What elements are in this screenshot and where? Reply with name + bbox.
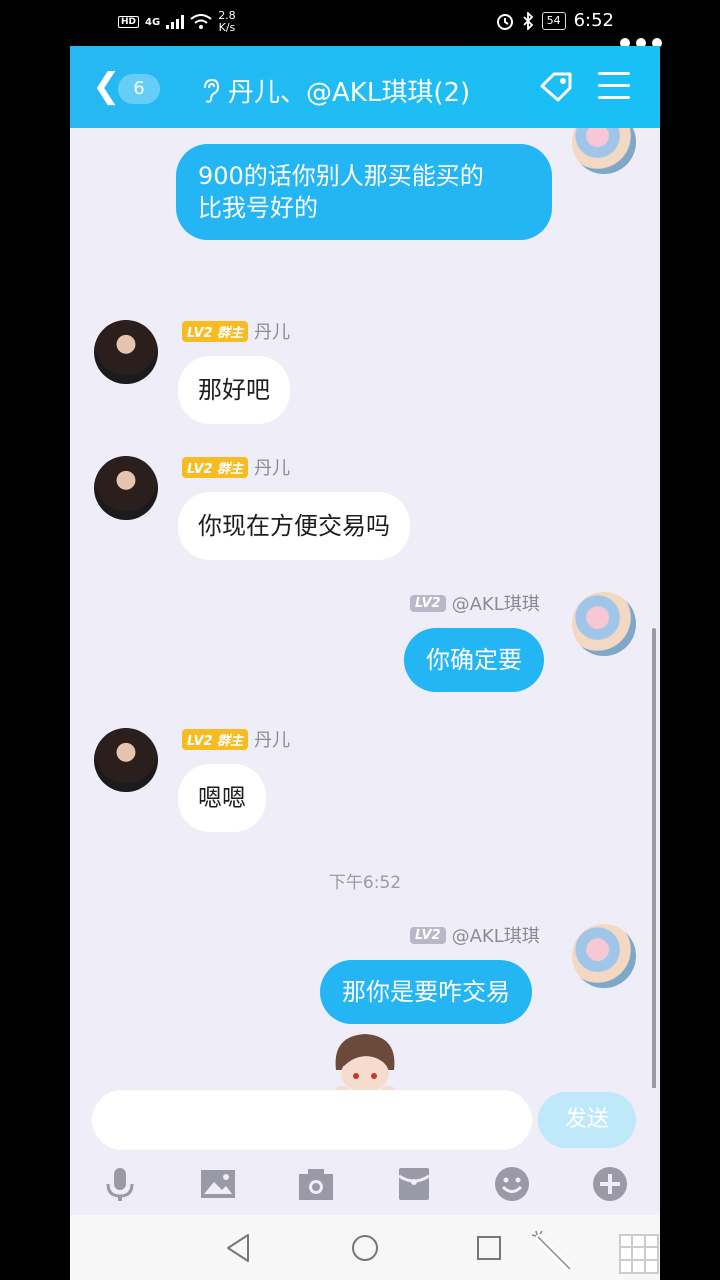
message-bubble[interactable]: 你现在方便交易吗 (178, 492, 410, 560)
system-nav-bar (70, 1215, 660, 1280)
clock: 6:52 (573, 10, 614, 31)
emoji-icon[interactable] (494, 1166, 530, 1202)
level-badge: LV2 群主 (182, 456, 249, 478)
level-badge: LV2 群主 (182, 320, 249, 342)
sender-line: LV2 群主 丹儿 (182, 454, 290, 480)
magic-wand-icon[interactable] (530, 1229, 576, 1275)
send-button[interactable]: 发送 (538, 1092, 636, 1148)
red-packet-icon[interactable] (396, 1166, 432, 1202)
sender-name: 丹儿 (254, 458, 291, 479)
scrollbar[interactable] (652, 628, 656, 1088)
hd-badge: HD (118, 16, 140, 28)
level-label: LV2 (187, 325, 213, 341)
avatar[interactable] (572, 924, 636, 988)
level-label: LV2 (187, 461, 213, 477)
keyboard-grid-icon[interactable] (618, 1233, 660, 1275)
message-bubble[interactable]: 那好吧 (178, 356, 290, 424)
alarm-icon (496, 13, 513, 30)
battery-indicator: 54 (541, 11, 566, 30)
message-bubble[interactable]: 嗯嗯 (178, 764, 266, 832)
status-left: HD 4G 2.8 K/s (118, 10, 236, 34)
message-line: 比我号好的 (198, 194, 318, 222)
signal-icon (166, 15, 185, 29)
message-bubble[interactable]: 那你是要咋交易 (320, 960, 532, 1024)
image-icon[interactable] (200, 1166, 236, 1202)
level-badge: LV2 (410, 594, 446, 612)
mascot-icon[interactable] (328, 1030, 402, 1092)
sender-line: LV2 @AKL琪琪 (410, 590, 540, 616)
message-text: 你确定要 (426, 646, 522, 674)
message-text: 那好吧 (198, 376, 270, 404)
sender-name: 丹儿 (254, 730, 291, 751)
sender-name: @AKL琪琪 (451, 594, 540, 615)
sender-name: @AKL琪琪 (451, 926, 540, 947)
bluetooth-icon (522, 11, 533, 30)
avatar[interactable] (94, 456, 158, 520)
message-input[interactable] (92, 1090, 532, 1150)
level-label: LV2 (187, 733, 213, 749)
avatar[interactable] (94, 728, 158, 792)
microphone-icon[interactable] (102, 1166, 138, 1202)
role-label: 群主 (217, 461, 244, 477)
plus-icon[interactable] (592, 1166, 628, 1202)
role-label: 群主 (217, 325, 244, 341)
menu-icon[interactable] (598, 72, 630, 102)
message-list[interactable]: 900的话你别人那买能买的 比我号好的 LV2 群主 丹儿 那好吧 LV2 群主… (70, 128, 660, 1088)
back-icon[interactable] (224, 1233, 252, 1263)
level-badge: LV2 群主 (182, 728, 249, 750)
sender-line: LV2 群主 丹儿 (182, 318, 290, 344)
chat-header: ❮ 6 丹儿、@AKL琪琪(2) (70, 46, 660, 128)
ear-mode-icon[interactable] (200, 78, 220, 104)
camera-icon[interactable] (298, 1166, 334, 1202)
recents-icon[interactable] (476, 1235, 502, 1261)
wifi-icon (190, 14, 212, 29)
group-tag-icon[interactable] (536, 70, 576, 104)
back-chevron-icon[interactable]: ❮ (92, 68, 121, 104)
message-text: 嗯嗯 (198, 784, 246, 812)
speed-unit: K/s (218, 21, 236, 34)
level-badge: LV2 (410, 926, 446, 944)
message-bubble[interactable]: 900的话你别人那买能买的 比我号好的 (176, 144, 552, 240)
home-icon[interactable] (350, 1233, 380, 1263)
status-right: 54 6:52 (496, 10, 614, 31)
network-speed: 2.8 K/s (218, 10, 236, 34)
avatar[interactable] (94, 320, 158, 384)
sender-line: LV2 群主 丹儿 (182, 726, 290, 752)
avatar[interactable] (572, 128, 636, 174)
title-wrap: 丹儿、@AKL琪琪(2) (200, 72, 470, 109)
input-toolbar (70, 1154, 660, 1214)
sender-name: 丹儿 (254, 322, 291, 343)
message-text: 你现在方便交易吗 (198, 512, 390, 540)
chat-app: ❮ 6 丹儿、@AKL琪琪(2) 900的话你别人那买能买的 比我号好的 LV2… (70, 46, 660, 1215)
timestamp: 下午6:52 (328, 873, 402, 893)
avatar[interactable] (572, 592, 636, 656)
message-bubble[interactable]: 你确定要 (404, 628, 544, 692)
network-label: 4G (145, 16, 161, 28)
status-bar: HD 4G 2.8 K/s 54 6:52 (0, 0, 720, 48)
message-text: 那你是要咋交易 (342, 978, 510, 1006)
role-label: 群主 (217, 733, 244, 749)
unread-count-badge[interactable]: 6 (118, 74, 160, 104)
chat-title: 丹儿、@AKL琪琪(2) (228, 78, 471, 108)
message-line: 900的话你别人那买能买的 (198, 162, 484, 190)
sender-line: LV2 @AKL琪琪 (410, 922, 540, 948)
